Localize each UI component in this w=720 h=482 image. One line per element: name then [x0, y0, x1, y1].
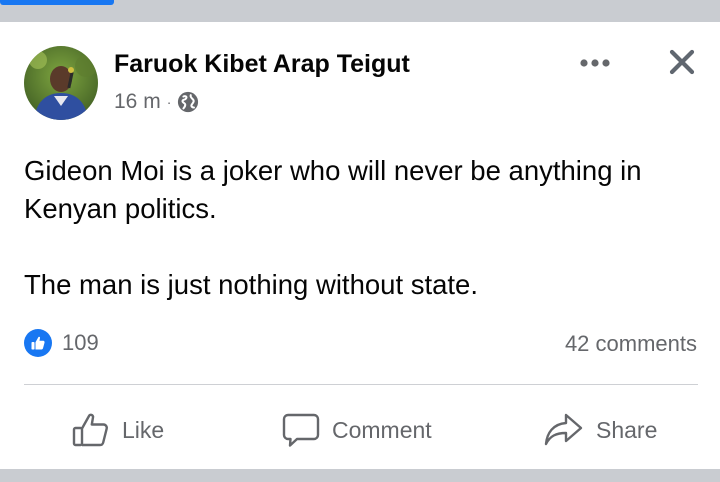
meta-separator: ·: [166, 94, 172, 110]
share-button[interactable]: Share: [544, 405, 657, 455]
feed-separator-bottom: [0, 469, 720, 482]
share-icon: [544, 413, 583, 446]
post-paragraph: Gideon Moi is a joker who will never be …: [24, 155, 642, 224]
avatar[interactable]: [24, 46, 98, 120]
hide-post-button[interactable]: [664, 44, 700, 80]
reaction-count: 109: [62, 330, 99, 355]
more-options-button[interactable]: [575, 48, 615, 78]
like-label: Like: [122, 416, 165, 443]
close-icon: [669, 49, 695, 75]
actions-divider: [24, 384, 698, 385]
globe-icon: [178, 91, 199, 113]
post-meta: 16 m ·: [114, 90, 199, 114]
reactions-summary[interactable]: 109: [24, 329, 99, 357]
like-reaction-icon: [24, 329, 52, 357]
active-tab-indicator: [0, 0, 114, 5]
comment-button[interactable]: Comment: [282, 405, 432, 455]
comment-label: Comment: [332, 416, 432, 443]
more-options-icon: [580, 59, 610, 67]
post-card: Faruok Kibet Arap Teigut 16 m · Gideon M…: [0, 22, 720, 469]
post-timestamp[interactable]: 16 m: [114, 90, 161, 114]
post-paragraph: The man is just nothing without state.: [24, 269, 478, 300]
comment-icon: [282, 413, 320, 447]
thumbs-up-icon: [72, 413, 108, 447]
post-body: Gideon Moi is a joker who will never be …: [24, 152, 704, 304]
like-button[interactable]: Like: [72, 405, 164, 455]
share-label: Share: [596, 416, 658, 443]
comments-count[interactable]: 42 comments: [565, 331, 697, 357]
feed-separator-top: [0, 0, 720, 22]
author-name[interactable]: Faruok Kibet Arap Teigut: [114, 50, 410, 79]
